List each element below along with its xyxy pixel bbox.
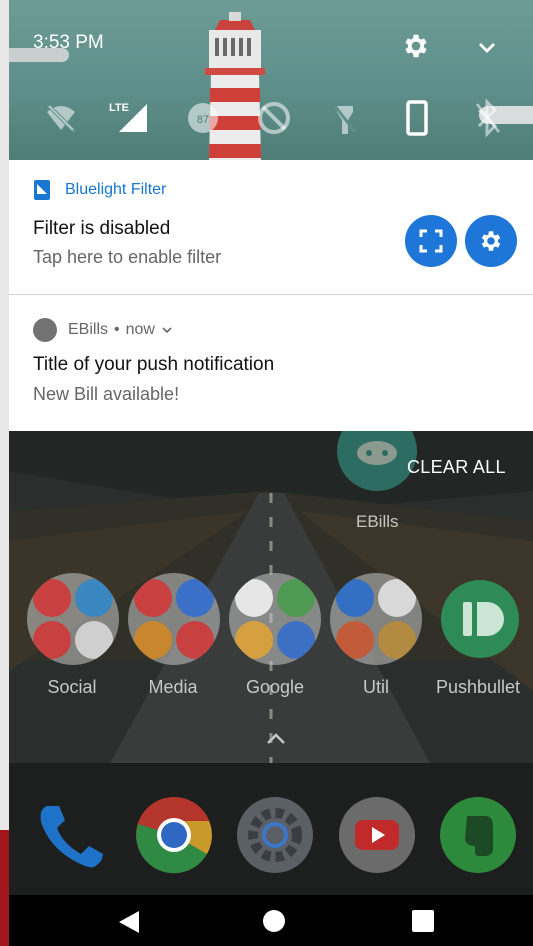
ebills-launcher-icon[interactable]	[337, 431, 417, 491]
util-folder-label: Util	[363, 677, 389, 697]
media-folder-label: Media	[148, 677, 198, 697]
separator-dot: •	[114, 321, 120, 338]
ebills-notification[interactable]: EBills • now Title of your push notifica…	[9, 295, 533, 431]
rotation-icon[interactable]	[399, 98, 435, 138]
settings-gear-icon[interactable]	[401, 31, 431, 61]
status-time: 3:53 PM	[33, 32, 104, 53]
ebills-app-icon	[33, 318, 57, 342]
phone-icon[interactable]	[33, 796, 111, 874]
back-icon[interactable]	[117, 909, 141, 935]
phone-screen: 3:53 PM 87 LTE Bluelight Filter Filter i…	[9, 0, 533, 946]
notification-text: Tap here to enable filter	[33, 247, 222, 267]
gear-icon	[481, 231, 501, 251]
quick-settings-header: 3:53 PM 87 LTE	[9, 0, 533, 160]
evernote-icon[interactable]	[439, 796, 517, 874]
ebills-icon-label: EBills	[356, 512, 399, 531]
notification-time: now	[125, 321, 155, 338]
page-edge-left	[0, 0, 9, 946]
flashlight-off-icon[interactable]	[327, 98, 363, 138]
chrome-icon[interactable]	[135, 796, 213, 874]
page-edge-accent	[0, 830, 9, 946]
bluetooth-off-icon[interactable]	[469, 98, 505, 138]
location-off-icon[interactable]	[256, 98, 292, 138]
app-drawer-chevron-icon[interactable]	[265, 730, 287, 748]
google-folder-label: Google	[245, 677, 305, 697]
home-icon[interactable]	[263, 910, 285, 932]
quick-settings-tiles: 87	[9, 98, 533, 142]
bluelight-filter-notification[interactable]: Bluelight Filter Filter is disabled Tap …	[9, 160, 533, 295]
notification-header: Bluelight Filter	[33, 180, 166, 200]
clear-all-button[interactable]: CLEAR ALL	[407, 457, 506, 478]
recents-icon[interactable]	[412, 910, 434, 932]
notification-app-name: Bluelight Filter	[65, 181, 167, 198]
data-saver-icon[interactable]: 87	[185, 98, 221, 138]
notification-text: New Bill available!	[33, 384, 180, 404]
bluelight-filter-app-icon	[34, 180, 50, 200]
svg-text:87: 87	[197, 114, 209, 126]
fullscreen-icon	[419, 229, 443, 253]
media-folder[interactable]	[128, 573, 220, 665]
wifi-off-icon[interactable]	[43, 98, 79, 138]
notification-title: Title of your push notification	[33, 354, 275, 375]
util-folder[interactable]	[330, 573, 422, 665]
google-folder[interactable]	[229, 573, 321, 665]
notification-title: Filter is disabled	[33, 218, 171, 239]
youtube-icon[interactable]	[338, 796, 416, 874]
expand-chevron-icon[interactable]	[475, 36, 499, 58]
filter-settings-button[interactable]	[465, 215, 517, 267]
lte-label: LTE	[109, 102, 129, 114]
settings-icon[interactable]	[236, 796, 314, 874]
expand-chevron-icon[interactable]	[161, 325, 173, 335]
pushbullet-app-icon[interactable]	[441, 580, 519, 658]
fullscreen-filter-button[interactable]	[405, 215, 457, 267]
pushbullet-label: Pushbullet	[435, 677, 521, 697]
social-folder[interactable]	[27, 573, 119, 665]
social-folder-label: Social	[47, 677, 97, 697]
notification-app-name: EBills	[68, 321, 109, 338]
notification-header: EBills • now	[33, 318, 173, 342]
